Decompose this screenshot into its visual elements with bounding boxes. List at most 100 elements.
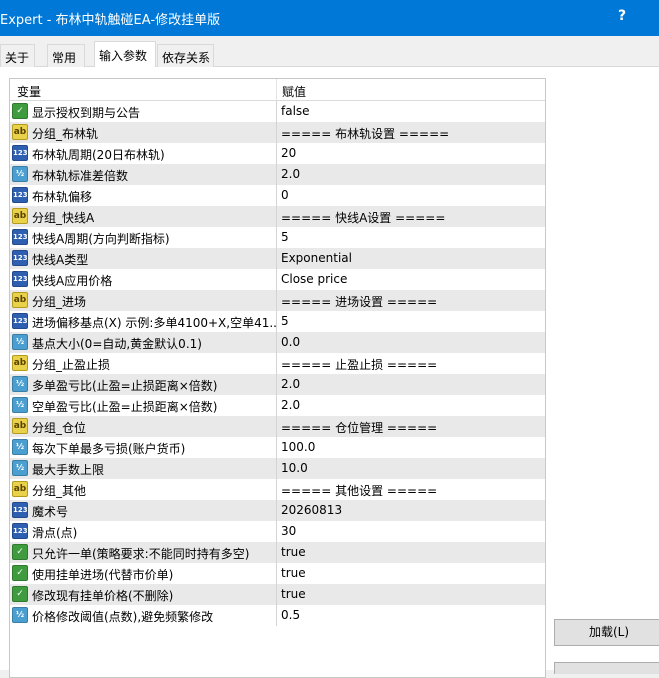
parameter-value[interactable]: 2.0 <box>281 398 543 412</box>
double-param-icon: ½ <box>12 397 28 413</box>
parameter-row[interactable]: 123 魔术号 20260813 <box>10 500 545 521</box>
column-divider <box>276 437 277 458</box>
parameter-name: 分组_其他 <box>32 484 87 498</box>
tab-inputs[interactable]: 输入参数 <box>94 41 156 68</box>
string-param-icon: ab <box>12 124 28 140</box>
bool-param-icon: ✓ <box>12 565 28 581</box>
column-header-value[interactable]: 赋值 <box>282 83 306 100</box>
parameter-row[interactable]: ½ 最大手数上限 10.0 <box>10 458 545 479</box>
parameter-row[interactable]: ab 分组_仓位 ===== 仓位管理 ===== <box>10 416 545 437</box>
title-bar: Expert - 布林中轨触碰EA-修改挂单版 ? <box>0 0 659 36</box>
parameter-value[interactable]: true <box>281 587 543 601</box>
window-title: Expert - 布林中轨触碰EA-修改挂单版 <box>0 13 221 28</box>
column-divider <box>276 248 277 269</box>
parameter-name: 快线A类型 <box>32 253 89 267</box>
parameter-name: 空单盈亏比(止盈=止损距离×倍数) <box>32 400 218 414</box>
parameter-name: 使用挂单进场(代替市价单) <box>32 568 174 582</box>
double-param-icon: ½ <box>12 334 28 350</box>
integer-param-icon: 123 <box>12 250 28 266</box>
parameter-value[interactable]: Exponential <box>281 251 543 265</box>
column-divider <box>276 458 277 479</box>
bool-param-icon: ✓ <box>12 103 28 119</box>
parameter-row[interactable]: ab 分组_其他 ===== 其他设置 ===== <box>10 479 545 500</box>
column-divider <box>276 542 277 563</box>
column-header-variable[interactable]: 变量 <box>17 83 41 100</box>
column-divider <box>276 185 277 206</box>
parameter-row[interactable]: ✓ 使用挂单进场(代替市价单) true <box>10 563 545 584</box>
integer-param-icon: 123 <box>12 145 28 161</box>
parameter-row[interactable]: ½ 价格修改阈值(点数),避免频繁修改 0.5 <box>10 605 545 626</box>
parameter-row[interactable]: 123 布林轨偏移 0 <box>10 185 545 206</box>
parameter-value[interactable]: 2.0 <box>281 377 543 391</box>
column-divider[interactable] <box>276 79 277 101</box>
parameter-row[interactable]: 123 布林轨周期(20日布林轨) 20 <box>10 143 545 164</box>
parameter-value[interactable]: true <box>281 566 543 580</box>
help-button[interactable]: ? <box>618 8 626 24</box>
inputs-panel: 变量 赋值 ✓ 显示授权到期与公告 false ab 分组_布林轨 ===== 布林轨设置… <box>0 67 659 678</box>
column-divider <box>276 227 277 248</box>
parameter-value[interactable]: ===== 其他设置 ===== <box>281 482 543 499</box>
double-param-icon: ½ <box>12 607 28 623</box>
parameter-value[interactable]: 5 <box>281 314 543 328</box>
parameter-row[interactable]: ab 分组_快线A ===== 快线A设置 ===== <box>10 206 545 227</box>
bool-param-icon: ✓ <box>12 586 28 602</box>
parameter-value[interactable]: ===== 布林轨设置 ===== <box>281 125 543 142</box>
parameter-value[interactable]: ===== 快线A设置 ===== <box>281 209 543 226</box>
string-param-icon: ab <box>12 355 28 371</box>
parameter-row[interactable]: 123 快线A应用价格 Close price <box>10 269 545 290</box>
parameter-row[interactable]: ab 分组_布林轨 ===== 布林轨设置 ===== <box>10 122 545 143</box>
tab-about[interactable]: 关于 <box>0 44 35 67</box>
parameter-row[interactable]: 123 进场偏移基点(X) 示例:多单4100+X,空单41... 5 <box>10 311 545 332</box>
parameter-name: 分组_止盈止损 <box>32 358 111 372</box>
parameter-value[interactable]: 0 <box>281 188 543 202</box>
double-param-icon: ½ <box>12 460 28 476</box>
parameter-name: 分组_仓位 <box>32 421 87 435</box>
parameter-value[interactable]: ===== 止盈止损 ===== <box>281 356 543 373</box>
parameter-row[interactable]: ½ 每次下单最多亏损(账户货币) 100.0 <box>10 437 545 458</box>
parameter-row[interactable]: ½ 基点大小(0=自动,黄金默认0.1) 0.0 <box>10 332 545 353</box>
string-param-icon: ab <box>12 292 28 308</box>
parameter-row[interactable]: ✓ 修改现有挂单价格(不删除) true <box>10 584 545 605</box>
parameter-row[interactable]: 123 快线A周期(方向判断指标) 5 <box>10 227 545 248</box>
parameter-value[interactable]: 0.0 <box>281 335 543 349</box>
load-button[interactable]: 加载(L) <box>554 619 659 646</box>
tab-common[interactable]: 常用 <box>47 44 85 67</box>
parameter-value[interactable]: 10.0 <box>281 461 543 475</box>
parameter-value[interactable]: 2.0 <box>281 167 543 181</box>
integer-param-icon: 123 <box>12 313 28 329</box>
parameter-value[interactable]: 100.0 <box>281 440 543 454</box>
parameter-row[interactable]: 123 快线A类型 Exponential <box>10 248 545 269</box>
column-divider <box>276 122 277 143</box>
bool-param-icon: ✓ <box>12 544 28 560</box>
parameter-row[interactable]: ✓ 显示授权到期与公告 false <box>10 101 545 122</box>
column-divider <box>276 290 277 311</box>
tab-dependencies[interactable]: 依存关系 <box>157 44 214 67</box>
parameter-row[interactable]: ½ 布林轨标准差倍数 2.0 <box>10 164 545 185</box>
double-param-icon: ½ <box>12 376 28 392</box>
integer-param-icon: 123 <box>12 271 28 287</box>
parameter-value[interactable]: Close price <box>281 272 543 286</box>
parameter-value[interactable]: 20 <box>281 146 543 160</box>
column-divider <box>276 332 277 353</box>
parameter-row[interactable]: 123 滑点(点) 30 <box>10 521 545 542</box>
save-button[interactable] <box>554 662 659 674</box>
parameter-value[interactable]: false <box>281 104 543 118</box>
parameters-grid: 变量 赋值 ✓ 显示授权到期与公告 false ab 分组_布林轨 ===== 布林轨设置… <box>9 78 546 678</box>
parameter-value[interactable]: 0.5 <box>281 608 543 622</box>
column-divider <box>276 311 277 332</box>
parameter-name: 只允许一单(策略要求:不能同时持有多空) <box>32 547 250 561</box>
parameter-value[interactable]: 30 <box>281 524 543 538</box>
parameter-name: 快线A周期(方向判断指标) <box>32 232 170 246</box>
grid-header: 变量 赋值 <box>10 79 545 101</box>
parameter-row[interactable]: ab 分组_进场 ===== 进场设置 ===== <box>10 290 545 311</box>
parameter-value[interactable]: ===== 仓位管理 ===== <box>281 419 543 436</box>
parameter-name: 每次下单最多亏损(账户货币) <box>32 442 186 456</box>
parameter-row[interactable]: ½ 空单盈亏比(止盈=止损距离×倍数) 2.0 <box>10 395 545 416</box>
parameter-row[interactable]: ab 分组_止盈止损 ===== 止盈止损 ===== <box>10 353 545 374</box>
parameter-value[interactable]: 20260813 <box>281 503 543 517</box>
parameter-value[interactable]: 5 <box>281 230 543 244</box>
parameter-row[interactable]: ✓ 只允许一单(策略要求:不能同时持有多空) true <box>10 542 545 563</box>
parameter-value[interactable]: ===== 进场设置 ===== <box>281 293 543 310</box>
parameter-row[interactable]: ½ 多单盈亏比(止盈=止损距离×倍数) 2.0 <box>10 374 545 395</box>
parameter-value[interactable]: true <box>281 545 543 559</box>
